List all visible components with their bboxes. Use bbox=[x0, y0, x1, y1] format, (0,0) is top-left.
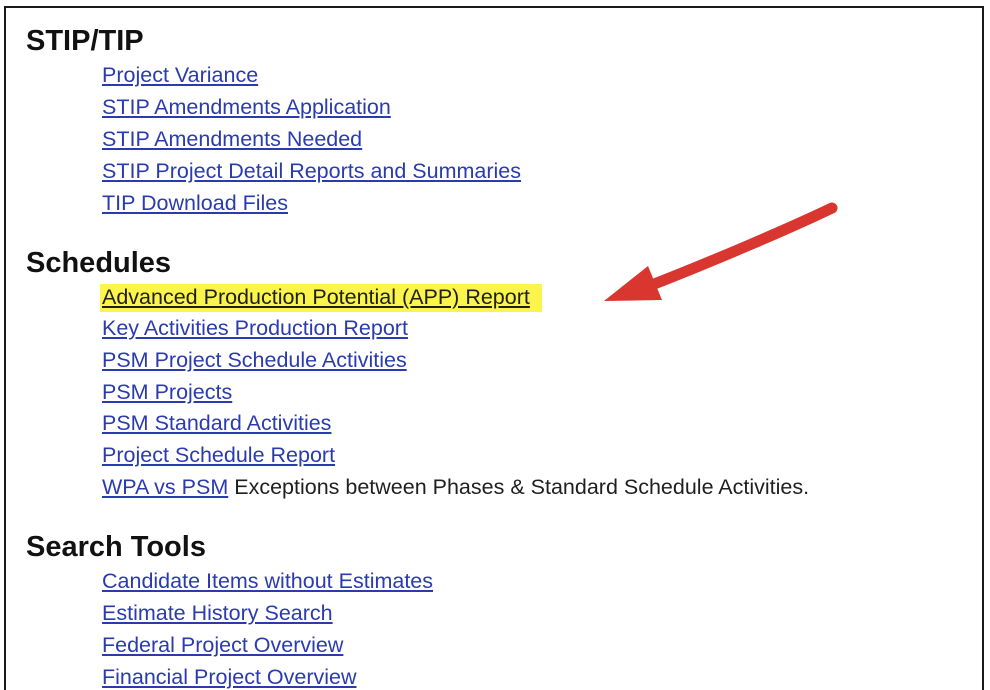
link-stip-amendments-application[interactable]: STIP Amendments Application bbox=[102, 95, 391, 120]
wpa-vs-psm-row: WPA vs PSM Exceptions between Phases & St… bbox=[102, 475, 809, 500]
link-estimate-history-search[interactable]: Estimate History Search bbox=[102, 601, 333, 626]
link-financial-project-overview[interactable]: Financial Project Overview bbox=[102, 665, 357, 690]
wpa-vs-psm-description: Exceptions between Phases & Standard Sch… bbox=[234, 475, 810, 499]
section-title-search-tools: Search Tools bbox=[26, 531, 206, 563]
report-menu-panel: STIP/TIP Project Variance STIP Amendment… bbox=[4, 6, 984, 690]
link-federal-project-overview[interactable]: Federal Project Overview bbox=[102, 633, 343, 658]
link-psm-projects[interactable]: PSM Projects bbox=[102, 380, 232, 405]
link-wpa-vs-psm[interactable]: WPA vs PSM bbox=[102, 475, 228, 499]
link-psm-project-schedule-activities[interactable]: PSM Project Schedule Activities bbox=[102, 348, 407, 373]
link-stip-project-detail-reports[interactable]: STIP Project Detail Reports and Summarie… bbox=[102, 159, 521, 184]
section-title-schedules: Schedules bbox=[26, 247, 172, 279]
link-stip-amendments-needed[interactable]: STIP Amendments Needed bbox=[102, 127, 362, 152]
link-tip-download-files[interactable]: TIP Download Files bbox=[102, 191, 288, 216]
link-candidate-items-without-estimates[interactable]: Candidate Items without Estimates bbox=[102, 569, 433, 594]
link-key-activities-production-report[interactable]: Key Activities Production Report bbox=[102, 316, 408, 341]
red-arrow-icon bbox=[604, 202, 838, 301]
section-title-stip-tip: STIP/TIP bbox=[26, 25, 144, 57]
link-app-report[interactable]: Advanced Production Potential (APP) Repo… bbox=[100, 284, 542, 312]
link-project-variance[interactable]: Project Variance bbox=[102, 63, 258, 88]
link-project-schedule-report[interactable]: Project Schedule Report bbox=[102, 443, 335, 468]
link-psm-standard-activities[interactable]: PSM Standard Activities bbox=[102, 411, 331, 436]
